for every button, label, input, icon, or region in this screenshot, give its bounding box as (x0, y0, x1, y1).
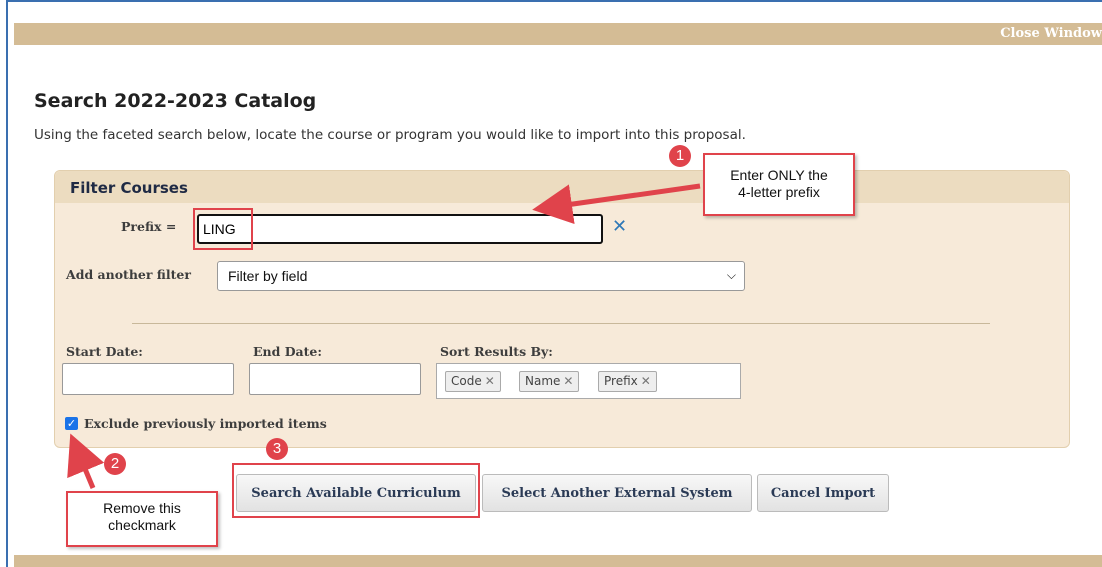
arrow-to-checkbox (67, 433, 105, 489)
arrow-to-prefix (532, 183, 701, 224)
step-3-badge: 3 (266, 438, 288, 460)
footer-bar (14, 555, 1102, 567)
step-1-badge: 1 (669, 145, 691, 167)
step-2-badge: 2 (104, 453, 126, 475)
annotation-arrows (67, 183, 701, 489)
